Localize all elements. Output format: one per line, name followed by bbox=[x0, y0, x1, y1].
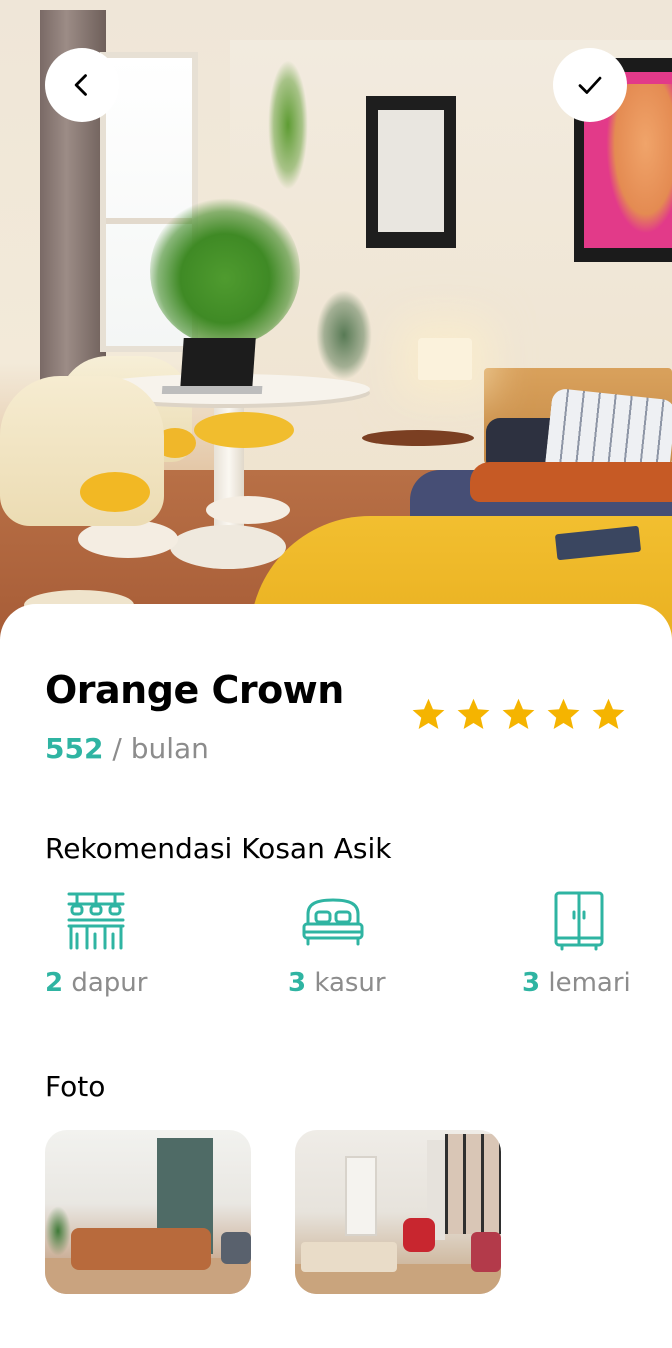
bed-icon bbox=[302, 898, 364, 946]
facility-bed: 3 kasur bbox=[288, 890, 386, 998]
photos-title: Foto bbox=[45, 1070, 106, 1103]
facility-kitchen-label: 2 dapur bbox=[45, 968, 148, 998]
price: 552 / bulan bbox=[45, 732, 209, 765]
price-unit: / bulan bbox=[103, 732, 209, 765]
confirm-button[interactable] bbox=[553, 48, 627, 122]
facility-wardrobe: 3 lemari bbox=[522, 890, 631, 998]
star-icon bbox=[592, 698, 625, 729]
photo-thumbnail-living-room[interactable] bbox=[45, 1130, 251, 1294]
check-icon bbox=[578, 76, 602, 94]
star-icon bbox=[547, 698, 580, 729]
chevron-left-icon bbox=[74, 74, 87, 96]
facility-kitchen: 2 dapur bbox=[45, 890, 147, 998]
price-amount: 552 bbox=[45, 732, 104, 765]
photo-thumbnail-studio[interactable] bbox=[295, 1130, 501, 1294]
facility-bed-label: 3 kasur bbox=[288, 968, 386, 998]
star-icon bbox=[457, 698, 490, 729]
star-icon bbox=[412, 698, 445, 729]
wardrobe-icon bbox=[554, 891, 604, 951]
star-icon bbox=[502, 698, 535, 729]
property-name: Orange Crown bbox=[45, 668, 344, 712]
back-button[interactable] bbox=[45, 48, 119, 122]
kitchen-icon bbox=[67, 892, 125, 950]
recommendation-title: Rekomendasi Kosan Asik bbox=[45, 832, 392, 865]
rating-stars bbox=[410, 696, 627, 733]
facility-wardrobe-label: 3 lemari bbox=[522, 968, 631, 998]
